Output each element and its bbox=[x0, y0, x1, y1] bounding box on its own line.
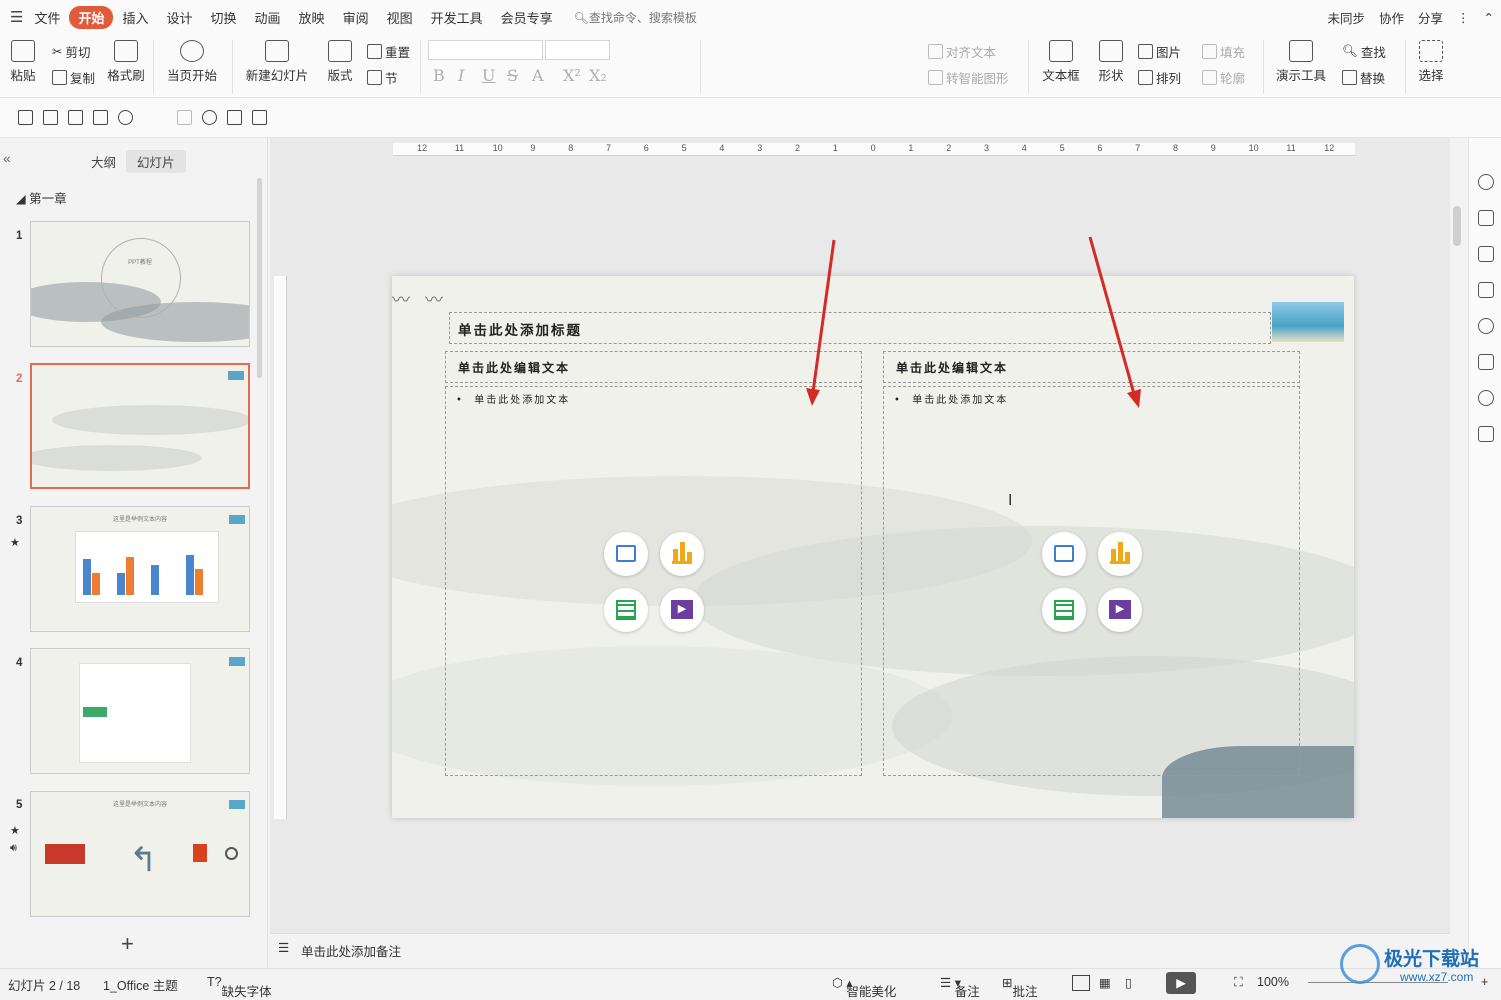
arrowhead-icon bbox=[806, 388, 820, 406]
reading-view-icon[interactable]: ▯ bbox=[1125, 975, 1132, 990]
fit-window-icon[interactable]: ⛶ bbox=[1234, 975, 1243, 990]
site-watermark: 极光下载站 www.xz7.com bbox=[1340, 940, 1500, 990]
normal-view-icon[interactable] bbox=[1072, 975, 1090, 991]
star-icon[interactable] bbox=[1478, 246, 1494, 262]
zoom-level[interactable]: 100% bbox=[1257, 975, 1289, 989]
copy-icon[interactable] bbox=[1478, 282, 1494, 298]
status-bar: 幻灯片 2 / 18 1_Office 主题 T? 缺失字体 ⬡ 智能美化 ▴ … bbox=[0, 968, 1501, 999]
rocket-icon[interactable] bbox=[1478, 174, 1494, 190]
image-edit-icon[interactable] bbox=[1478, 354, 1494, 370]
notes-area[interactable]: ☰ 单击此处添加备注 bbox=[270, 933, 1450, 963]
arrowhead-icon bbox=[1127, 389, 1141, 408]
play-slideshow-button[interactable]: ▶ bbox=[1166, 972, 1196, 994]
canvas-scrollbar[interactable] bbox=[1450, 138, 1468, 933]
book-icon[interactable] bbox=[1478, 426, 1494, 442]
scroll-thumb[interactable] bbox=[1453, 206, 1461, 246]
help-icon[interactable] bbox=[1478, 318, 1494, 334]
slide-sorter-icon[interactable]: ▦ bbox=[1099, 975, 1111, 990]
location-icon[interactable] bbox=[1478, 390, 1494, 406]
notes-toggle-button[interactable]: ☰ 备注 ▾ bbox=[940, 975, 980, 999]
annotation-arrow-left bbox=[811, 239, 836, 393]
notes-icon: ☰ bbox=[278, 941, 290, 955]
settings-sliders-icon[interactable] bbox=[1478, 210, 1494, 226]
missing-font-button[interactable]: T? 缺失字体 bbox=[207, 975, 272, 999]
annotation-arrow-right bbox=[1088, 236, 1136, 395]
watermark-logo-icon bbox=[1340, 944, 1380, 984]
annotation-arrows bbox=[806, 236, 1141, 408]
theme-name[interactable]: 1_Office 主题 bbox=[103, 975, 178, 994]
slide-count: 幻灯片 2 / 18 bbox=[8, 979, 81, 993]
right-sidebar bbox=[1468, 138, 1501, 968]
smart-beautify-button[interactable]: ⬡ 智能美化 ▴ bbox=[832, 975, 896, 999]
comment-button[interactable]: ⊞ 批注 bbox=[1002, 975, 1038, 999]
